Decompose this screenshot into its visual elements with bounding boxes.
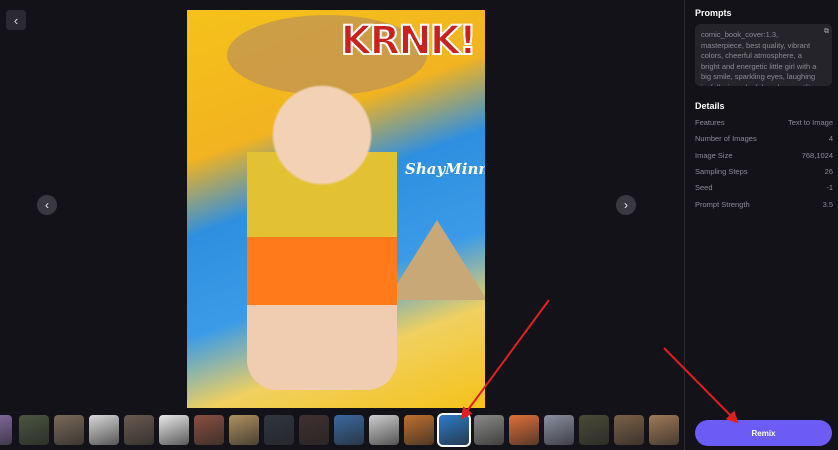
- prompt-box: comic_book_cover:1.3, masterpiece, best …: [695, 24, 832, 86]
- prompt-text: comic_book_cover:1.3, masterpiece, best …: [701, 30, 817, 86]
- thumbnail[interactable]: [89, 415, 119, 445]
- detail-value: 3.5: [822, 199, 833, 209]
- girl-figure: [247, 50, 397, 390]
- detail-row: Image Size 768,1024: [695, 151, 833, 160]
- cover-subtitle: ShayMinne: [405, 160, 485, 178]
- detail-row: Features Text to Image: [695, 118, 833, 127]
- thumbnail[interactable]: [19, 415, 49, 445]
- prompts-heading: Prompts: [695, 8, 732, 18]
- detail-value: Text to Image: [787, 118, 833, 127]
- thumbnail[interactable]: [614, 415, 644, 445]
- thumbnail[interactable]: [649, 415, 679, 445]
- thumbnail[interactable]: [229, 415, 259, 445]
- details-panel: Prompts comic_book_cover:1.3, masterpiec…: [684, 0, 838, 450]
- pyramid-shape: [387, 220, 485, 300]
- thumbnail[interactable]: [264, 415, 294, 445]
- detail-label: Features: [695, 118, 725, 127]
- remix-button[interactable]: Remix: [695, 420, 832, 446]
- thumbnail[interactable]: [299, 415, 329, 445]
- detail-row: Sampling Steps 26: [695, 167, 833, 176]
- thumbnail[interactable]: [54, 415, 84, 445]
- thumbnail[interactable]: [194, 415, 224, 445]
- detail-label: Sampling Steps: [695, 166, 748, 176]
- thumbnail[interactable]: [124, 415, 154, 445]
- detail-label: Prompt Strength: [695, 199, 750, 209]
- copy-icon[interactable]: ⧉: [824, 27, 829, 38]
- detail-row: Prompt Strength 3.5: [695, 200, 833, 209]
- detail-value: -1: [826, 183, 833, 193]
- thumbnail[interactable]: [159, 415, 189, 445]
- thumbnail[interactable]: [369, 415, 399, 445]
- back-button[interactable]: ‹: [6, 10, 26, 30]
- detail-value: 4: [828, 134, 833, 144]
- main-image: KRNK! ShayMinne: [187, 10, 485, 408]
- thumbnail[interactable]: [509, 415, 539, 445]
- thumbnail[interactable]: [437, 413, 471, 447]
- cover-title: KRNK!: [339, 17, 478, 65]
- chevron-left-icon: ‹: [13, 12, 19, 28]
- detail-value: 26: [824, 166, 833, 176]
- thumbnail[interactable]: [544, 415, 574, 445]
- details-heading: Details: [695, 101, 725, 111]
- detail-row: Seed -1: [695, 183, 833, 192]
- detail-label: Number of Images: [695, 134, 757, 144]
- thumbnail[interactable]: [0, 415, 12, 445]
- thumbnail[interactable]: [579, 415, 609, 445]
- detail-value: 768,1024: [801, 150, 833, 160]
- chevron-left-icon: ‹: [45, 198, 49, 212]
- thumbnail[interactable]: [474, 415, 504, 445]
- detail-label: Seed: [695, 183, 713, 193]
- detail-row: Number of Images 4: [695, 134, 833, 143]
- next-image-button[interactable]: ›: [616, 195, 636, 215]
- thumbnail[interactable]: [404, 415, 434, 445]
- prev-image-button[interactable]: ‹: [37, 195, 57, 215]
- chevron-right-icon: ›: [624, 198, 628, 212]
- thumbnail[interactable]: [334, 415, 364, 445]
- detail-label: Image Size: [695, 150, 733, 160]
